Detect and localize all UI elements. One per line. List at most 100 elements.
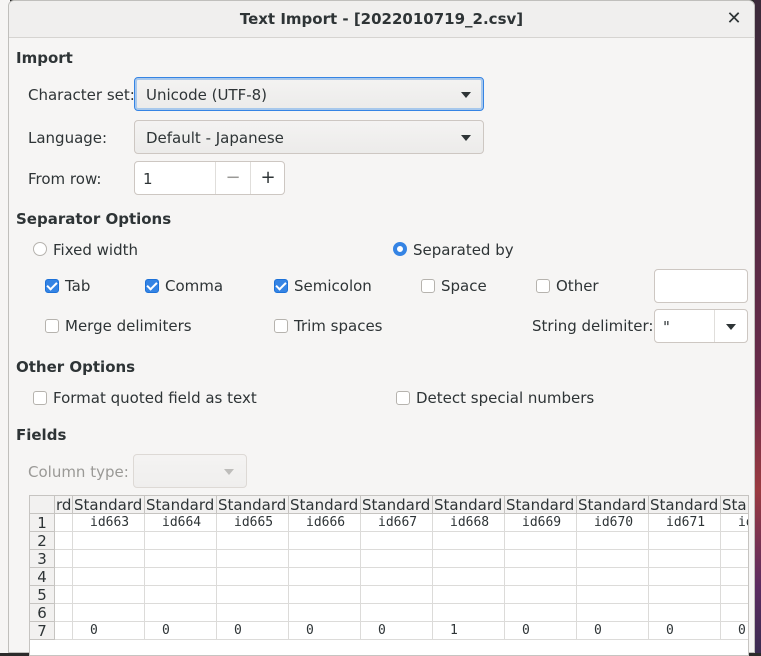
column-header[interactable]: Standard [217, 496, 289, 514]
table-cell: id663 [73, 514, 145, 532]
table-cell: id668 [433, 514, 505, 532]
table-cell: 0 [145, 622, 217, 640]
title-bar: Text Import - [2022010719_2.csv] ✕ [9, 1, 754, 38]
column-header[interactable]: rd [55, 496, 73, 514]
fields-section-label: Fields [16, 426, 67, 444]
table-cell [505, 532, 577, 550]
table-cell: 0 [505, 622, 577, 640]
column-header[interactable]: Standard [289, 496, 361, 514]
table-cell [55, 532, 73, 550]
other-checkbox[interactable] [536, 279, 550, 293]
table-cell [55, 604, 73, 622]
string-delimiter-label: String delimiter: [532, 317, 654, 335]
from-row-spinner[interactable]: 1 − + [134, 161, 285, 195]
table-cell [649, 586, 721, 604]
separator-section-label: Separator Options [16, 210, 172, 228]
table-cell [73, 568, 145, 586]
fixed-width-label: Fixed width [53, 241, 138, 259]
row-header: 1 [30, 514, 55, 532]
table-cell [577, 550, 649, 568]
preview-grid[interactable]: rd Standard Standard Standard Standard Standa… [29, 495, 749, 656]
table-cell [433, 586, 505, 604]
close-icon[interactable]: ✕ [722, 7, 746, 31]
table-cell [433, 532, 505, 550]
table-cell: id664 [145, 514, 217, 532]
table-cell [55, 622, 73, 640]
semicolon-label: Semicolon [294, 277, 372, 295]
table-cell [361, 568, 433, 586]
table-cell [217, 532, 289, 550]
column-header[interactable]: Standard [577, 496, 649, 514]
table-cell [649, 568, 721, 586]
table-cell [73, 586, 145, 604]
column-header[interactable]: Standard [505, 496, 577, 514]
other-separator-input[interactable] [654, 269, 748, 303]
table-cell [217, 550, 289, 568]
column-header[interactable]: Standard [649, 496, 721, 514]
table-cell: 1 [433, 622, 505, 640]
text-import-dialog: Text Import - [2022010719_2.csv] ✕ Impor… [8, 0, 755, 656]
table-cell [433, 604, 505, 622]
table-cell: id671 [649, 514, 721, 532]
column-header[interactable]: Standard [361, 496, 433, 514]
language-combo[interactable]: Default - Japanese [134, 120, 484, 154]
table-cell [217, 604, 289, 622]
table-cell [55, 514, 73, 532]
table-cell [649, 550, 721, 568]
charset-label: Character set: [28, 86, 135, 104]
table-cell [145, 550, 217, 568]
string-delimiter-value[interactable]: " [663, 318, 670, 336]
column-header[interactable]: Standard [73, 496, 145, 514]
table-cell: 0 [721, 622, 748, 640]
tab-label: Tab [65, 277, 91, 295]
charset-value: Unicode (UTF-8) [146, 86, 268, 104]
table-cell: id667 [361, 514, 433, 532]
trim-spaces-checkbox[interactable] [274, 319, 288, 333]
chevron-down-icon [461, 92, 471, 98]
table-cell [145, 568, 217, 586]
row-header: 2 [30, 532, 55, 550]
language-value: Default - Japanese [146, 129, 284, 147]
table-cell [577, 568, 649, 586]
format-quoted-label: Format quoted field as text [53, 389, 257, 407]
minus-icon[interactable]: − [215, 162, 250, 194]
column-header[interactable]: Sta [721, 496, 748, 514]
semicolon-checkbox[interactable] [274, 279, 288, 293]
charset-combo[interactable]: Unicode (UTF-8) [134, 77, 484, 111]
table-cell [361, 586, 433, 604]
comma-checkbox[interactable] [145, 279, 159, 293]
table-cell: 0 [73, 622, 145, 640]
table-cell: id669 [505, 514, 577, 532]
detect-special-checkbox[interactable] [396, 391, 410, 405]
table-cell [505, 604, 577, 622]
table-cell [289, 604, 361, 622]
from-row-value[interactable]: 1 [143, 170, 153, 188]
column-type-combo[interactable] [133, 454, 247, 488]
table-cell: id666 [289, 514, 361, 532]
table-cell [505, 550, 577, 568]
chevron-down-icon [461, 135, 471, 141]
row-header: 4 [30, 568, 55, 586]
table-cell [505, 568, 577, 586]
separated-by-label: Separated by [413, 241, 514, 259]
separated-by-radio[interactable] [393, 242, 407, 256]
space-checkbox[interactable] [421, 279, 435, 293]
plus-icon[interactable]: + [250, 162, 285, 194]
column-header[interactable]: Standard [433, 496, 505, 514]
table-cell [145, 586, 217, 604]
table-cell [73, 550, 145, 568]
fixed-width-radio[interactable] [33, 242, 47, 256]
table-cell [721, 532, 748, 550]
table-cell [721, 568, 748, 586]
column-header[interactable]: Standard [145, 496, 217, 514]
tab-checkbox[interactable] [45, 279, 59, 293]
table-cell [289, 586, 361, 604]
row-header: 6 [30, 604, 55, 622]
combo-divider [714, 310, 715, 342]
format-quoted-checkbox[interactable] [33, 391, 47, 405]
merge-delimiters-checkbox[interactable] [45, 319, 59, 333]
string-delimiter-combo[interactable]: " [654, 309, 748, 343]
other-options-section-label: Other Options [16, 358, 136, 376]
detect-special-label: Detect special numbers [416, 389, 595, 407]
table-cell [217, 586, 289, 604]
